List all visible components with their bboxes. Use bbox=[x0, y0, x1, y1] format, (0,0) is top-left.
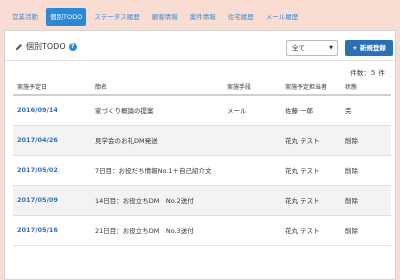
cell-status: 削除 bbox=[341, 185, 391, 216]
panel-title: 個別TODO ? bbox=[15, 41, 77, 52]
cell-date[interactable]: 2017/04/26 bbox=[13, 125, 91, 156]
table-header-row: 実施予定日 簡名 実施手段 実施予定担当者 状態 bbox=[13, 79, 391, 96]
table-row[interactable]: 2016/09/14 家づくり概論の提案 メール 佐藤 一郎 完 bbox=[13, 95, 391, 126]
cell-method bbox=[223, 185, 281, 216]
cell-assignee: 花丸 テスト bbox=[281, 215, 341, 246]
table-row[interactable]: 2017/05/16 21日目：お役立ちDM No.3送付 花丸 テスト 削除 bbox=[13, 215, 391, 246]
status-filter-select[interactable]: 全て ▼ bbox=[286, 40, 338, 56]
tab-status-history[interactable]: ステータス履歴 bbox=[90, 8, 144, 26]
cell-status: 削除 bbox=[341, 125, 391, 156]
cell-status: 削除 bbox=[341, 215, 391, 246]
cell-name: 家づくり概論の提案 bbox=[91, 95, 223, 126]
tab-sales-activity[interactable]: 営業活動 bbox=[8, 8, 42, 26]
col-name[interactable]: 簡名 bbox=[91, 79, 223, 96]
cell-method: メール bbox=[223, 95, 281, 126]
cell-name: 7日目：お役だち情報No.1＋自己紹介文 bbox=[91, 155, 223, 186]
new-todo-button[interactable]: + 新規登録 bbox=[345, 40, 393, 56]
col-method[interactable]: 実施手段 bbox=[223, 79, 281, 96]
cell-date[interactable]: 2017/05/02 bbox=[13, 155, 91, 186]
todo-panel: 個別TODO ? 全て ▼ + 新規登録 件数：５ 件 実施予定日 簡名 実施手… bbox=[4, 30, 396, 280]
panel-header: 個別TODO ? 全て ▼ + 新規登録 bbox=[5, 31, 395, 61]
col-status[interactable]: 状態 bbox=[341, 79, 391, 96]
col-assignee[interactable]: 実施予定担当者 bbox=[281, 79, 341, 96]
todo-table: 実施予定日 簡名 実施手段 実施予定担当者 状態 2016/09/14 家づくり… bbox=[13, 79, 391, 246]
cell-status: 完 bbox=[341, 95, 391, 126]
cell-assignee: 花丸 テスト bbox=[281, 155, 341, 186]
cell-status: 削除 bbox=[341, 155, 391, 186]
help-icon[interactable]: ? bbox=[68, 42, 77, 51]
col-scheduled-date[interactable]: 実施予定日 bbox=[13, 79, 91, 96]
tab-project-info[interactable]: 案件情報 bbox=[186, 8, 220, 26]
panel-title-text: 個別TODO bbox=[26, 42, 66, 51]
cell-name: 見学会のお礼DM発送 bbox=[91, 125, 223, 156]
tab-mail-history[interactable]: メール履歴 bbox=[262, 8, 303, 26]
tab-customer-info[interactable]: 顧客情報 bbox=[148, 8, 182, 26]
status-filter-value: 全て bbox=[292, 44, 305, 52]
cell-name: 14日目：お役立ちDM No.2送付 bbox=[91, 185, 223, 216]
cell-date[interactable]: 2017/05/09 bbox=[13, 185, 91, 216]
cell-method bbox=[223, 215, 281, 246]
pencil-icon bbox=[15, 43, 23, 50]
table-row[interactable]: 2017/04/26 見学会のお礼DM発送 花丸 テスト 削除 bbox=[13, 125, 391, 156]
cell-assignee: 花丸 テスト bbox=[281, 185, 341, 216]
cell-date[interactable]: 2017/05/16 bbox=[13, 215, 91, 246]
cell-assignee: 花丸 テスト bbox=[281, 125, 341, 156]
table-row[interactable]: 2017/05/02 7日目：お役だち情報No.1＋自己紹介文 花丸 テスト 削… bbox=[13, 155, 391, 186]
tab-housing-history[interactable]: 住宅履歴 bbox=[224, 8, 258, 26]
cell-name: 21日目：お役立ちDM No.3送付 bbox=[91, 215, 223, 246]
cell-method bbox=[223, 125, 281, 156]
cell-method bbox=[223, 155, 281, 186]
record-count: 件数：５ 件 bbox=[350, 69, 385, 77]
chevron-down-icon: ▼ bbox=[329, 45, 333, 51]
tab-bar: 営業活動 個別TODO ステータス履歴 顧客情報 案件情報 住宅履歴 メール履歴 bbox=[8, 8, 306, 26]
table-row[interactable]: 2017/05/09 14日目：お役立ちDM No.2送付 花丸 テスト 削除 bbox=[13, 185, 391, 216]
cell-date[interactable]: 2016/09/14 bbox=[13, 95, 91, 126]
cell-assignee: 佐藤 一郎 bbox=[281, 95, 341, 126]
tab-individual-todo[interactable]: 個別TODO bbox=[46, 8, 87, 26]
